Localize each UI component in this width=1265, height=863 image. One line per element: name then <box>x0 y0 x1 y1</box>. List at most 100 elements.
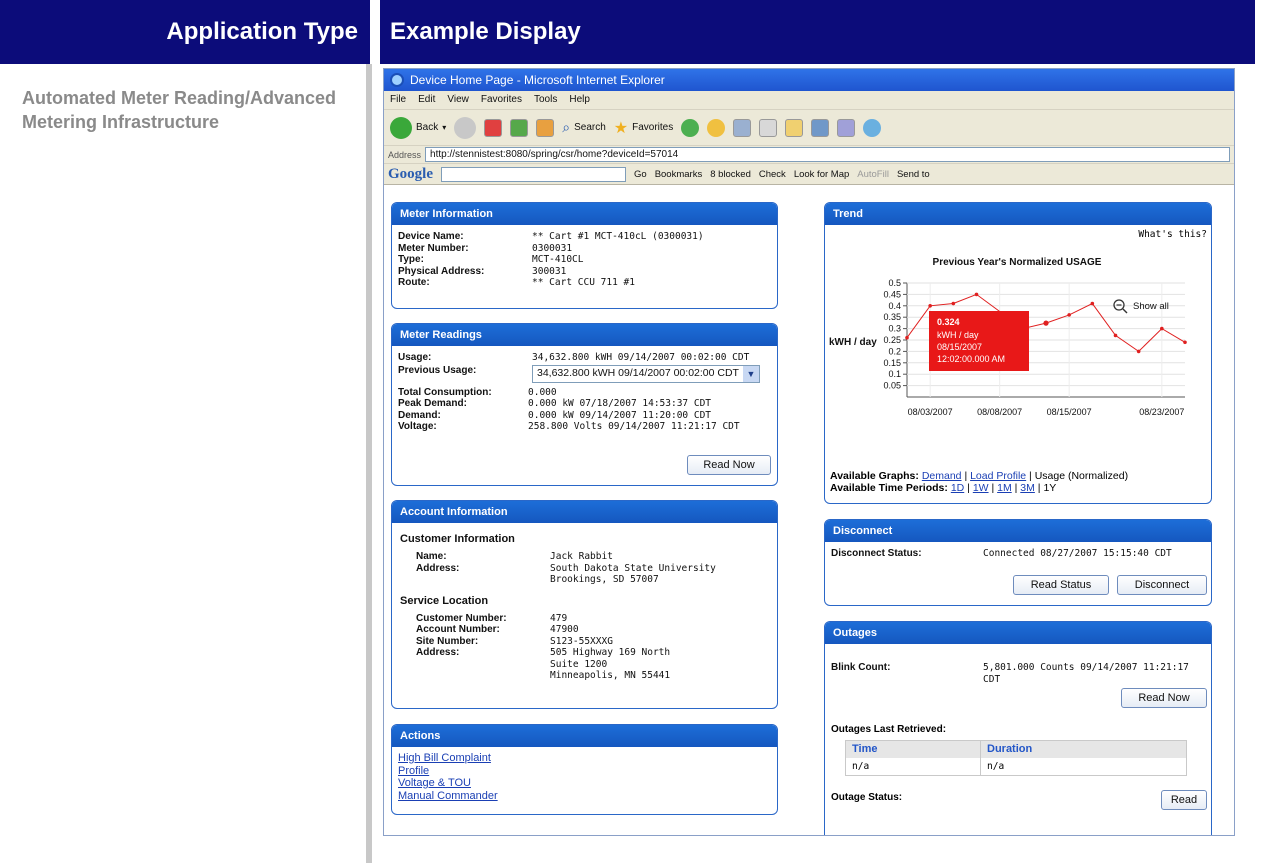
search-button[interactable]: ⌕ Search <box>562 119 606 136</box>
row-value: 0300031 <box>532 242 573 254</box>
row-value: Jack Rabbit <box>550 551 613 562</box>
menu-file[interactable]: File <box>390 91 406 109</box>
reading-row: Demand: 0.000 kW 09/14/2007 11:20:00 CDT <box>398 410 771 422</box>
read-status-button[interactable]: Read Status <box>1013 575 1109 595</box>
favorites-button[interactable]: ★ Favorites <box>614 118 673 138</box>
show-all-button[interactable]: Show all <box>1113 299 1169 314</box>
google-search-input[interactable] <box>441 166 626 182</box>
row-value: ** Cart CCU 711 #1 <box>532 277 635 288</box>
chevron-down-icon: ▼ <box>742 365 759 382</box>
customer-information-heading: Customer Information <box>400 533 515 545</box>
panel-title: Outages <box>825 622 1211 644</box>
previous-usage-row: Previous Usage: 34,632.800 kWH 09/14/200… <box>398 364 771 383</box>
menu-edit[interactable]: Edit <box>418 91 435 109</box>
row-label: Meter Number: <box>398 242 469 254</box>
chart-y-tick-label: 0.3 <box>888 324 901 334</box>
address-bar: Address http://stennistest:8080/spring/c… <box>384 145 1234 163</box>
read-now-button[interactable]: Read Now <box>1121 688 1207 708</box>
row-label: Peak Demand: <box>398 398 467 409</box>
folder-icon[interactable] <box>785 118 804 137</box>
meter-info-row: Type: MCT-410CL <box>398 254 771 266</box>
graph-link-load-profile[interactable]: Load Profile <box>970 470 1026 482</box>
header-right: Example Display <box>380 0 1255 64</box>
look-for-map-button[interactable]: Look for Map <box>794 169 849 180</box>
chart-point <box>1183 340 1187 345</box>
read-button[interactable]: Read <box>1161 790 1207 810</box>
trend-chart: Previous Year's Normalized USAGE kWH / d… <box>829 257 1187 417</box>
row-label <box>416 574 550 586</box>
send-to-button[interactable]: Send to <box>897 169 930 180</box>
popup-blocked-counter[interactable]: 8 blocked <box>710 169 751 180</box>
research-icon[interactable] <box>837 118 856 137</box>
menu-help[interactable]: Help <box>569 91 590 109</box>
action-link-profile[interactable]: Profile <box>398 765 771 778</box>
standard-toolbar: Back ▾ ⌕ Search ★ Favorites <box>384 109 1234 145</box>
chart-point <box>1160 326 1164 331</box>
disconnect-button[interactable]: Disconnect <box>1117 575 1207 595</box>
disconnect-panel: Disconnect Disconnect Status: Connected 0… <box>824 519 1212 606</box>
autofill-button[interactable]: AutoFill <box>857 169 889 180</box>
chart-point <box>1113 333 1118 338</box>
read-now-button[interactable]: Read Now <box>687 455 771 475</box>
meter-information-panel: Meter Information Device Name: ** Cart #1… <box>391 202 778 309</box>
row-label: Device Name: <box>398 231 464 242</box>
back-button[interactable]: Back ▾ <box>390 116 446 139</box>
history-icon[interactable] <box>681 118 700 137</box>
users-icon[interactable] <box>863 118 882 137</box>
period-link-3m[interactable]: 3M <box>1020 482 1035 494</box>
chart-point <box>1136 349 1141 354</box>
customer-row: Address: South Dakota State University <box>416 563 771 575</box>
search-icon: ⌕ <box>562 119 571 135</box>
period-link-1d[interactable]: 1D <box>951 482 964 494</box>
row-value: 479 <box>550 612 568 624</box>
messenger-icon[interactable] <box>811 118 830 137</box>
stop-icon[interactable] <box>484 118 503 137</box>
service-info-group: Customer Number: 479 Account Number: 47900… <box>398 613 771 682</box>
chart-y-tick-label: 0.4 <box>888 301 901 311</box>
available-graphs-label: Available Graphs: <box>830 470 919 482</box>
show-all-label: Show all <box>1133 301 1169 312</box>
chart-title: Previous Year's Normalized USAGE <box>933 257 1102 268</box>
service-row: Site Number: S123-55XXXG <box>416 636 771 648</box>
period-link-1w[interactable]: 1W <box>973 482 989 494</box>
action-link-high-bill-complaint[interactable]: High Bill Complaint <box>398 752 771 765</box>
chart-x-ticks: 08/03/2007 08/08/2007 08/15/2007 08/23/2007 <box>908 407 1185 417</box>
meter-info-body: Device Name: ** Cart #1 MCT-410cL (030003… <box>392 225 777 293</box>
window-title: Device Home Page - Microsoft Internet Ex… <box>410 73 665 87</box>
forward-button[interactable] <box>454 116 477 139</box>
row-value: 258.800 Volts 09/14/2007 11:21:17 CDT <box>528 421 740 432</box>
address-input[interactable]: http://stennistest:8080/spring/csr/home?… <box>425 147 1230 162</box>
row-value: 300031 <box>532 265 567 277</box>
google-logo[interactable]: Google <box>388 166 433 183</box>
action-link-manual-commander[interactable]: Manual Commander <box>398 790 771 803</box>
row-value: 0.000 kW 07/18/2007 14:53:37 CDT <box>528 398 712 409</box>
row-value: CDT <box>983 673 1001 685</box>
previous-usage-select[interactable]: 34,632.800 kWH 09/14/2007 00:02:00 CDT ▼ <box>532 364 760 383</box>
period-link-1m[interactable]: 1M <box>997 482 1012 494</box>
whats-this-link[interactable]: What's this? <box>1138 229 1207 240</box>
favorites-label: Favorites <box>632 122 674 133</box>
disconnect-status-row: Disconnect Status: Connected 08/27/2007 1… <box>831 548 1205 560</box>
spell-check-button[interactable]: Check <box>759 169 786 180</box>
meter-readings-body: Usage: 34,632.800 kWH 09/14/2007 00:02:00… <box>392 346 777 437</box>
chart-point <box>905 335 909 340</box>
row-value: 0.000 kW 09/14/2007 11:20:00 CDT <box>528 409 712 421</box>
row-label <box>416 670 550 682</box>
action-link-voltage-tou[interactable]: Voltage & TOU <box>398 777 771 790</box>
bookmarks-button[interactable]: Bookmarks <box>655 169 703 180</box>
graph-link-demand[interactable]: Demand <box>922 470 962 482</box>
chart-y-tick-label: 0.5 <box>888 278 901 288</box>
chart-x-tick-label: 08/03/2007 <box>908 407 953 417</box>
panel-title: Meter Readings <box>392 324 777 346</box>
menu-favorites[interactable]: Favorites <box>481 91 522 109</box>
google-go-button[interactable]: Go <box>634 169 647 180</box>
row-value: Suite 1200 <box>550 658 608 670</box>
print-icon[interactable] <box>733 118 752 137</box>
menu-tools[interactable]: Tools <box>534 91 557 109</box>
home-icon[interactable] <box>536 118 555 137</box>
row-label: Route: <box>398 277 430 288</box>
mail-icon[interactable] <box>707 118 726 137</box>
menu-view[interactable]: View <box>447 91 469 109</box>
edit-icon[interactable] <box>759 118 778 137</box>
refresh-icon[interactable] <box>510 118 529 137</box>
